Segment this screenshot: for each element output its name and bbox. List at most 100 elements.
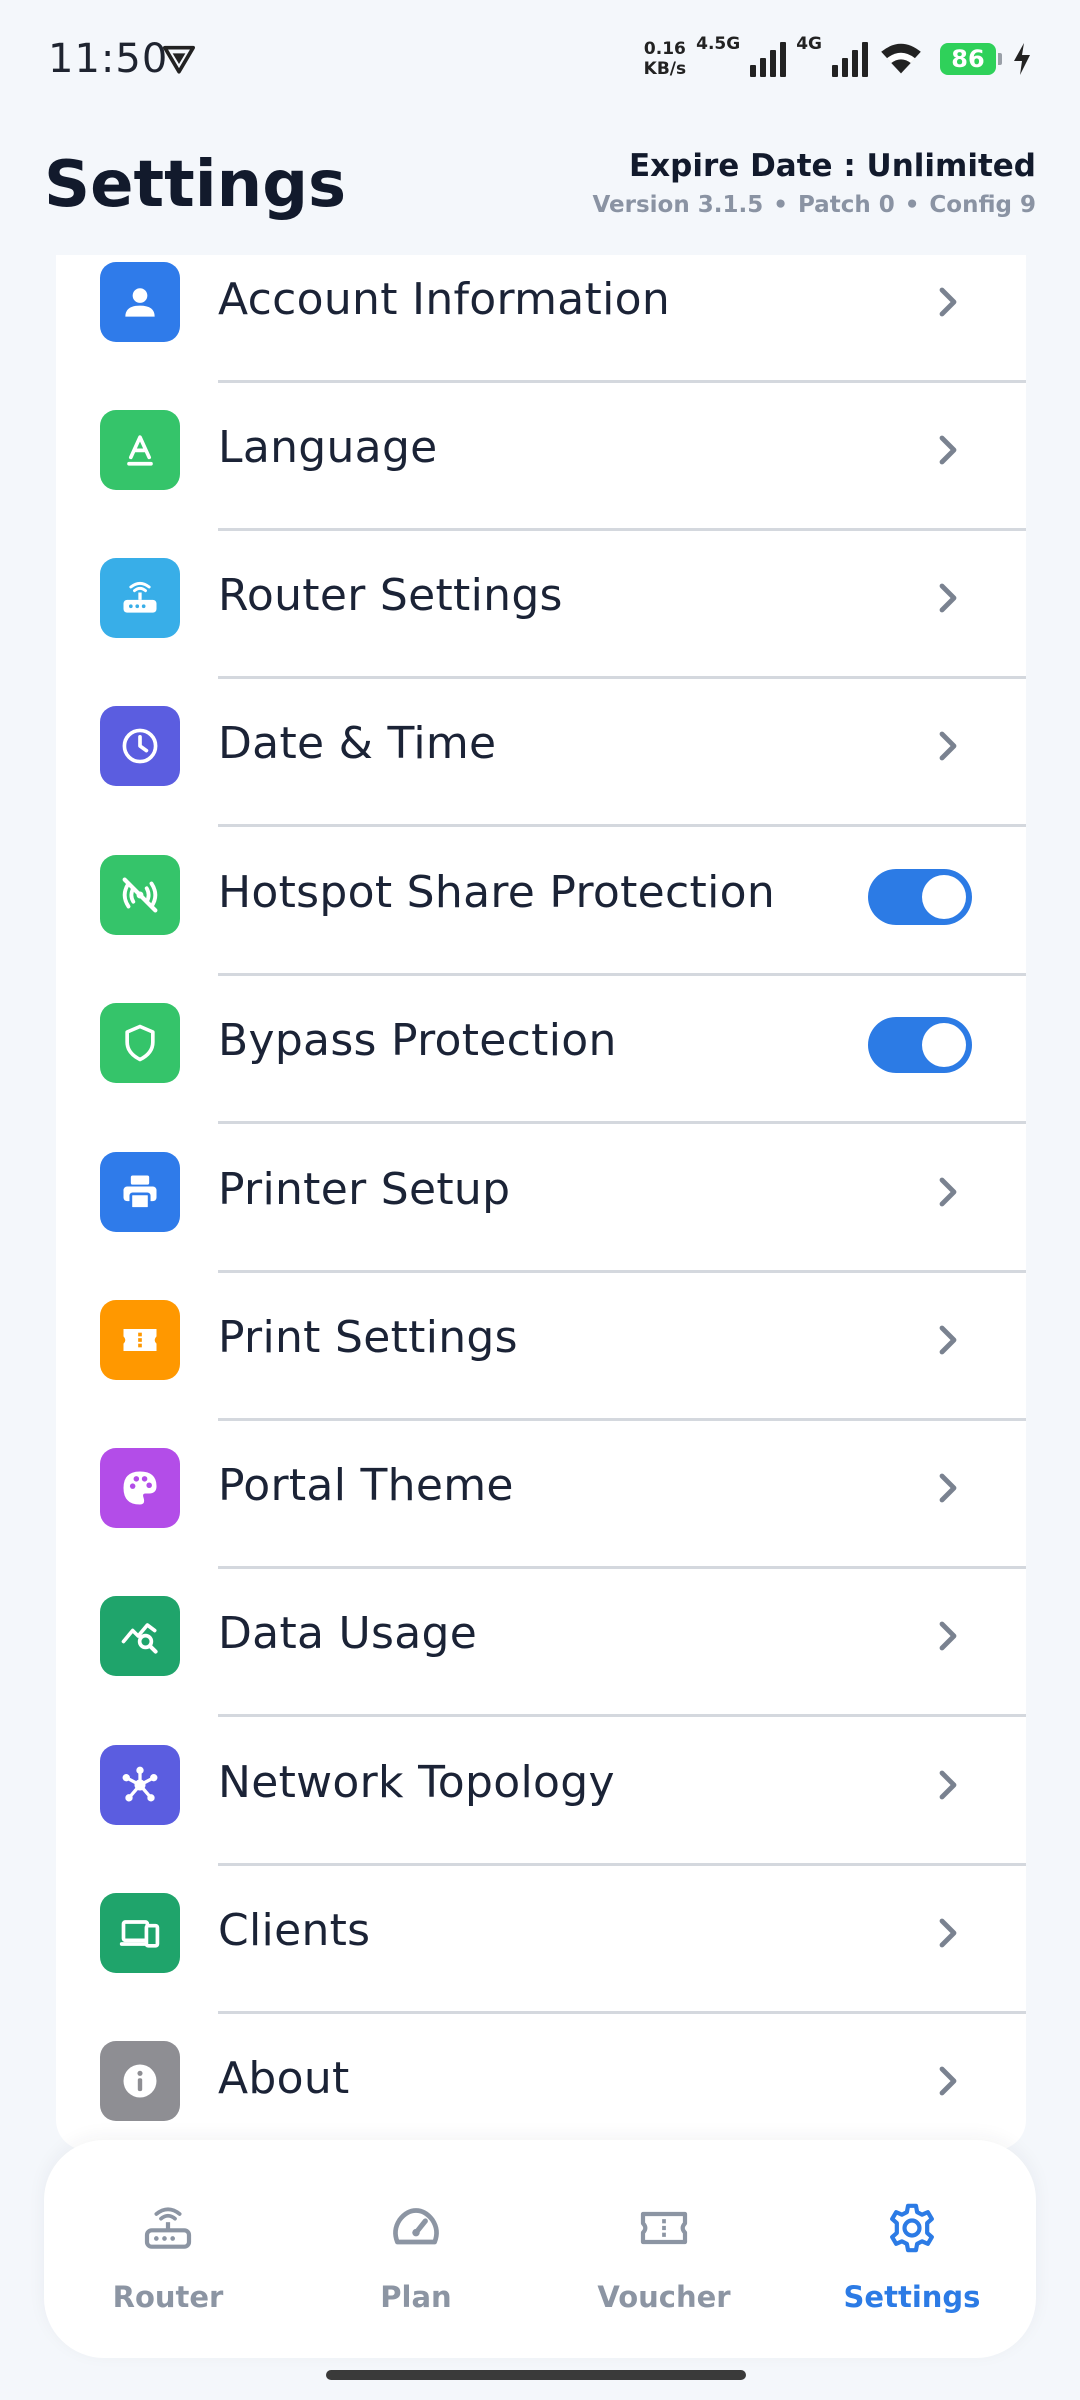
divider <box>218 676 1026 679</box>
nav-item-plan[interactable]: Plan <box>292 2140 540 2358</box>
settings-list: Account Information Language Router Sett… <box>56 255 1026 2150</box>
bypass-protection-toggle[interactable] <box>868 1017 972 1073</box>
chevron-right-icon <box>939 1770 957 1800</box>
settings-item-label: Account Information <box>218 274 671 325</box>
chevron-right-icon <box>939 1473 957 1503</box>
status-indicators: 0.16 KB/s 4.5G 4G 86 <box>644 34 1032 84</box>
chevron-right-icon <box>939 1621 957 1651</box>
divider <box>218 528 1026 531</box>
network-speed-unit: KB/s <box>643 59 687 79</box>
signal1-bars-icon <box>750 41 787 77</box>
settings-item-bypass-protection: Bypass Protection <box>56 1003 1026 1151</box>
chevron-right-icon <box>939 731 957 761</box>
network-speed-value: 0.16 <box>643 39 686 59</box>
divider <box>218 824 1026 827</box>
ticket-icon <box>640 2211 688 2245</box>
page-title: Settings <box>44 148 347 222</box>
settings-item-label: Data Usage <box>218 1608 478 1659</box>
charging-icon <box>1014 43 1030 75</box>
expire-date: Expire Date : Unlimited <box>628 148 1036 184</box>
divider <box>218 1418 1026 1421</box>
home-indicator[interactable] <box>326 2370 746 2380</box>
divider <box>218 2011 1026 2014</box>
battery-level: 86 <box>940 43 996 75</box>
settings-item-print-settings[interactable]: Print Settings <box>56 1300 1026 1448</box>
palette-icon <box>100 1448 180 1528</box>
network-speed: 0.16 KB/s <box>644 39 686 79</box>
signal2-label: 4G <box>796 34 822 54</box>
nav-item-settings[interactable]: Settings <box>788 2140 1036 2358</box>
printer-icon <box>100 1152 180 1232</box>
devices-icon <box>100 1893 180 1973</box>
divider <box>218 1121 1026 1124</box>
settings-item-label: Network Topology <box>218 1757 615 1808</box>
router-icon <box>100 558 180 638</box>
divider <box>218 1566 1026 1569</box>
patch-label: Patch 0 <box>797 192 895 218</box>
wifi-icon <box>881 43 921 74</box>
signal1-label: 4.5G <box>696 34 741 54</box>
chevron-right-icon <box>939 1177 957 1207</box>
chevron-right-icon <box>939 1918 957 1948</box>
router-icon <box>144 2207 192 2249</box>
settings-item-label: Print Settings <box>218 1312 518 1363</box>
settings-item-date-time[interactable]: Date & Time <box>56 706 1026 854</box>
ticket-icon <box>100 1300 180 1380</box>
nav-label: Plan <box>380 2280 452 2314</box>
divider <box>218 380 1026 383</box>
version-info: Version 3.1.5 • Patch 0 • Config 9 <box>592 192 1037 218</box>
nav-label: Router <box>112 2280 224 2314</box>
hotspot-off-icon <box>100 855 180 935</box>
bottom-navigation: Router Plan Voucher Settings <box>44 2140 1036 2358</box>
shield-icon <box>100 1003 180 1083</box>
page-header: Settings Expire Date : Unlimited Version… <box>0 130 1080 250</box>
vpn-icon <box>162 45 196 74</box>
settings-item-label: Hotspot Share Protection <box>218 867 776 918</box>
nav-label: Settings <box>843 2280 981 2314</box>
settings-item-language[interactable]: Language <box>56 410 1026 558</box>
version-label: Version 3.1.5 <box>592 192 764 218</box>
settings-item-label: Router Settings <box>218 570 563 621</box>
language-icon <box>100 410 180 490</box>
settings-item-router-settings[interactable]: Router Settings <box>56 558 1026 706</box>
settings-item-label: Printer Setup <box>218 1164 511 1215</box>
clock-icon <box>100 706 180 786</box>
nav-item-router[interactable]: Router <box>44 2140 292 2358</box>
settings-item-hotspot-share-protection: Hotspot Share Protection <box>56 855 1026 1003</box>
settings-item-account-information[interactable]: Account Information <box>56 262 1026 410</box>
settings-item-label: Clients <box>218 1905 371 1956</box>
settings-item-label: Date & Time <box>218 718 497 769</box>
settings-item-label: Language <box>218 422 438 473</box>
chevron-right-icon <box>939 435 957 465</box>
settings-item-portal-theme[interactable]: Portal Theme <box>56 1448 1026 1596</box>
settings-item-network-topology[interactable]: Network Topology <box>56 1745 1026 1893</box>
status-time: 11:50 <box>48 36 169 82</box>
nav-item-voucher[interactable]: Voucher <box>540 2140 788 2358</box>
config-label: Config 9 <box>929 192 1036 218</box>
chevron-right-icon <box>939 287 957 317</box>
chevron-right-icon <box>939 2066 957 2096</box>
info-icon <box>100 2041 180 2121</box>
divider <box>218 973 1026 976</box>
hotspot-share-protection-toggle[interactable] <box>868 869 972 925</box>
chevron-right-icon <box>939 1325 957 1355</box>
settings-item-label: About <box>218 2053 350 2104</box>
divider <box>218 1714 1026 1717</box>
data-usage-icon <box>100 1596 180 1676</box>
settings-item-data-usage[interactable]: Data Usage <box>56 1596 1026 1744</box>
signal2-bars-icon <box>832 41 868 77</box>
settings-item-label: Portal Theme <box>218 1460 514 1511</box>
chevron-right-icon <box>939 583 957 613</box>
gear-icon <box>890 2203 934 2253</box>
settings-item-label: Bypass Protection <box>218 1015 617 1066</box>
speedometer-icon <box>393 2208 439 2245</box>
status-bar: 11:50 0.16 KB/s 4.5G 4G 86 <box>0 0 1080 120</box>
nav-label: Voucher <box>597 2280 731 2314</box>
settings-item-clients[interactable]: Clients <box>56 1893 1026 2041</box>
topology-icon <box>100 1745 180 1825</box>
settings-item-printer-setup[interactable]: Printer Setup <box>56 1152 1026 1300</box>
divider <box>218 1863 1026 1866</box>
person-icon <box>100 262 180 342</box>
battery-indicator: 86 <box>940 43 1002 75</box>
divider <box>218 1270 1026 1273</box>
